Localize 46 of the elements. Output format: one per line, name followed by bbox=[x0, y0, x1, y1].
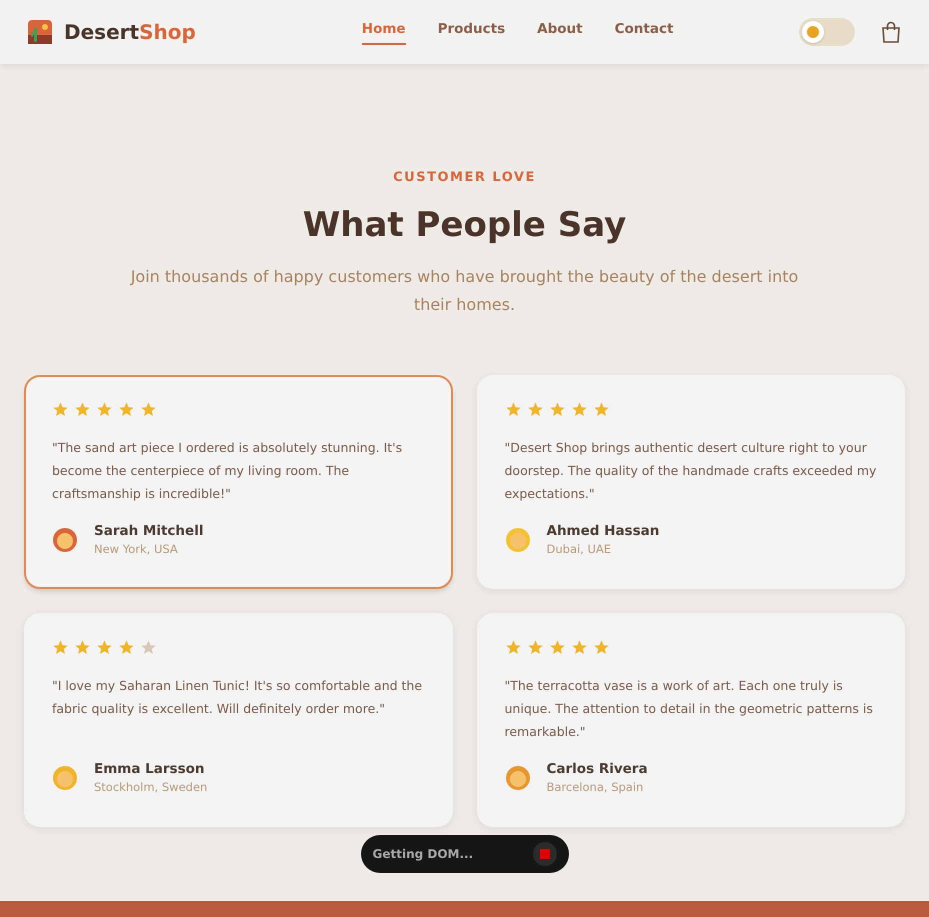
sun-icon bbox=[806, 25, 820, 39]
star-icon bbox=[118, 400, 135, 418]
customer-name: Emma Larsson bbox=[94, 760, 206, 779]
section-eyebrow: CUSTOMER LOVE bbox=[393, 169, 536, 187]
brand-logo-text[interactable]: DesertShop bbox=[64, 17, 196, 47]
customer-name: Carlos Rivera bbox=[546, 760, 648, 779]
star-icon bbox=[52, 638, 69, 656]
testimonial-quote: "Desert Shop brings authentic desert culture right to your doorstep. The quality of the handmade crafts exceeded my expectations." bbox=[504, 438, 877, 503]
customer-name: Ahmed Hassan bbox=[546, 522, 660, 541]
nav-link[interactable]: Products bbox=[438, 18, 506, 46]
testimonial-quote: "The terracotta vase is a work of art. Each one truly is unique. The attention to detail in the geometric patterns is remarkable." bbox=[504, 676, 874, 740]
testimonial-quote: "I love my Saharan Linen Tunic! It's so comfortable and the fabric quality is excellent. Will definitely order more." bbox=[52, 676, 424, 718]
customer-location: Barcelona, Spain bbox=[546, 779, 644, 796]
nav-link[interactable]: About bbox=[537, 18, 583, 46]
testimonial-quote: "The sand art piece I ordered is absolutely stunning. It's become the centerpiece of my living room. The craftsmanship is incredible!" bbox=[52, 438, 404, 503]
star-icon bbox=[140, 638, 157, 656]
star-icon bbox=[570, 400, 588, 418]
star-icon bbox=[592, 638, 610, 656]
star-icon bbox=[504, 400, 522, 418]
star-icon bbox=[96, 400, 113, 418]
star-icon bbox=[548, 638, 566, 656]
star-icon bbox=[592, 400, 610, 418]
section-subtitle: Join thousands of happy customers who have brought the beauty of the desert into their homes. bbox=[128, 266, 800, 316]
star-icon bbox=[570, 638, 588, 656]
customer-location: Dubai, UAE bbox=[546, 541, 612, 558]
star-icon bbox=[526, 638, 544, 656]
star-icon bbox=[118, 638, 135, 656]
star-icon bbox=[74, 638, 91, 656]
star-icon bbox=[526, 400, 544, 418]
shopping-bag-icon[interactable] bbox=[881, 21, 901, 43]
nav-link[interactable]: Home bbox=[362, 18, 406, 46]
status-text: Getting DOM... bbox=[372, 846, 474, 862]
star-icon bbox=[74, 400, 91, 418]
customer-location: Stockholm, Sweden bbox=[94, 779, 208, 796]
nav-link[interactable]: Contact bbox=[614, 18, 674, 46]
theme-toggle[interactable] bbox=[799, 18, 855, 46]
section-title: What People Say bbox=[302, 204, 626, 246]
star-icon bbox=[548, 400, 566, 418]
stop-button[interactable] bbox=[532, 842, 556, 866]
star-icon bbox=[96, 638, 113, 656]
customer-name: Sarah Mitchell bbox=[94, 522, 204, 541]
customer-location: New York, USA bbox=[94, 541, 179, 558]
star-icon bbox=[140, 400, 157, 418]
star-icon bbox=[52, 400, 69, 418]
logo-icon bbox=[28, 20, 52, 44]
star-icon bbox=[504, 638, 522, 656]
